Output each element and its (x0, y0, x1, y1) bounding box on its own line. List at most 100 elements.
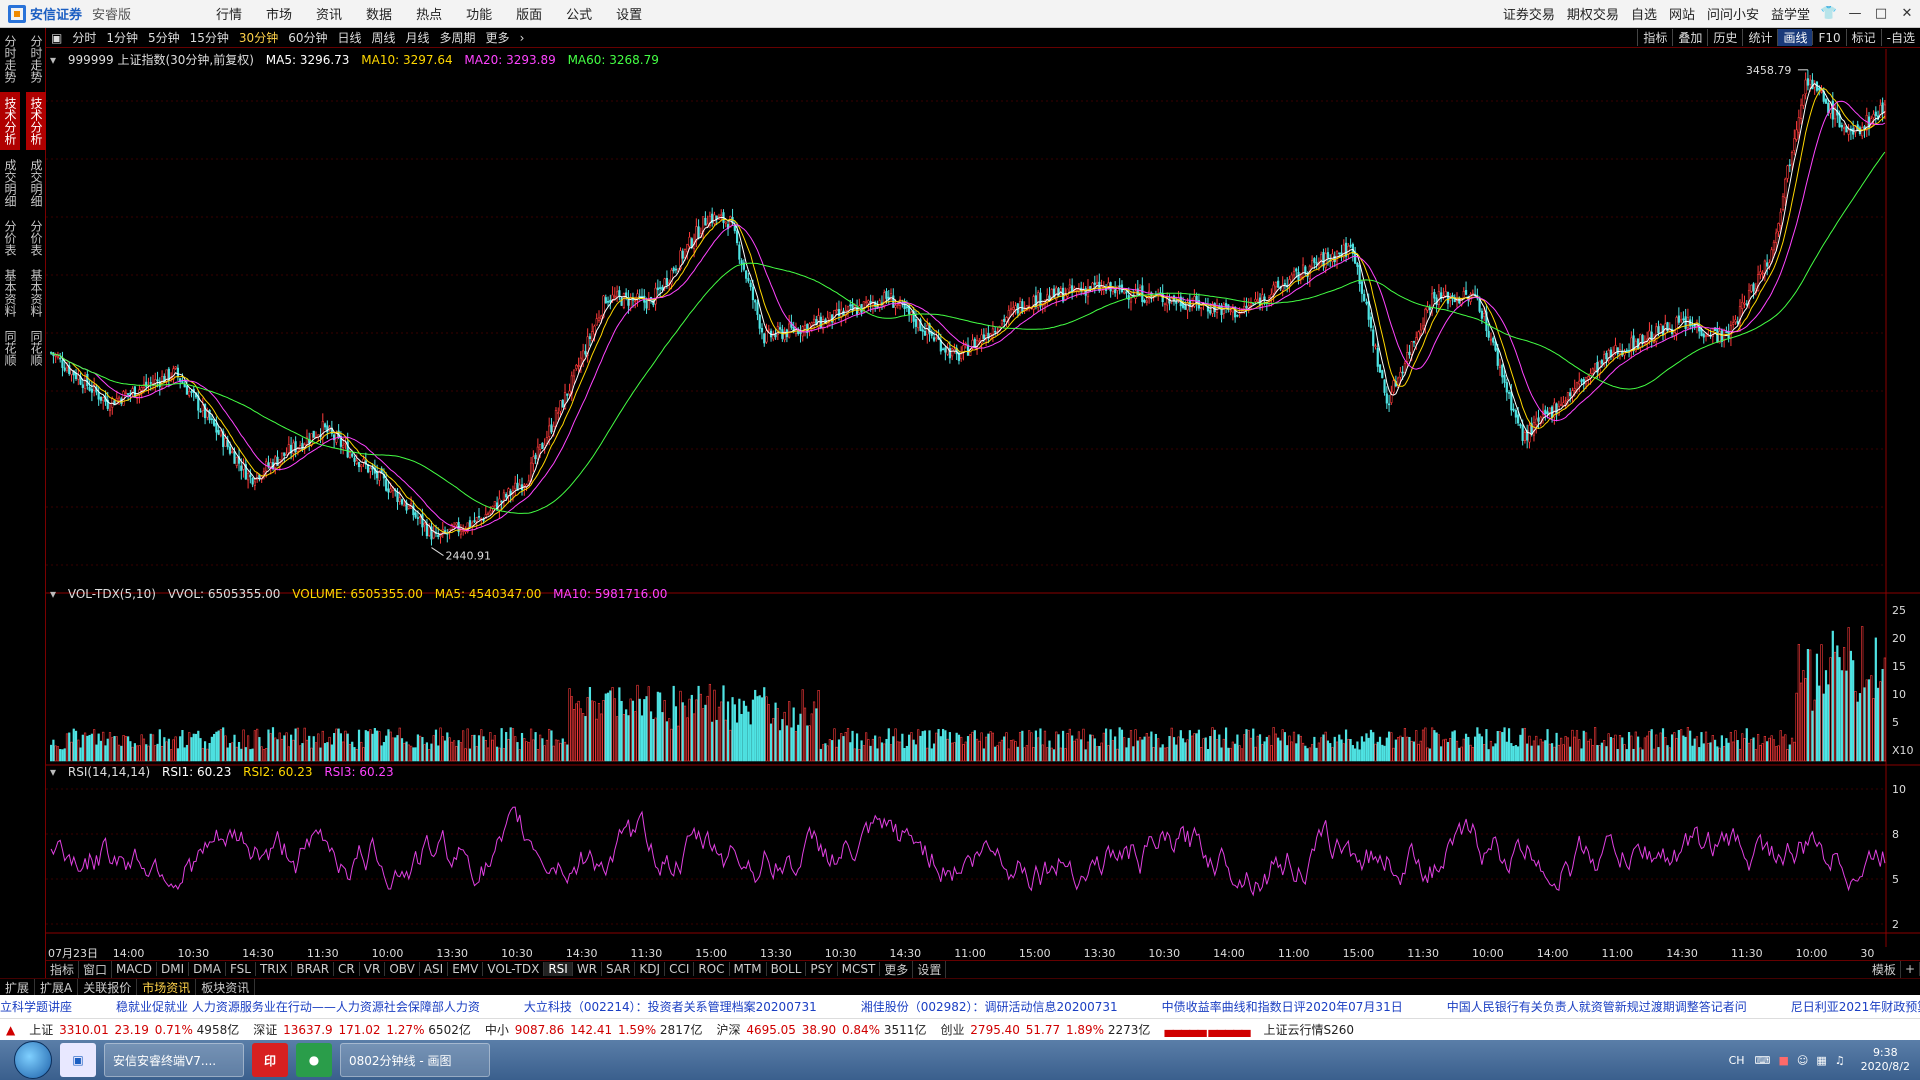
menu-market[interactable]: 行情 (216, 4, 242, 23)
legend-collapse-icon[interactable]: ▾ (50, 53, 56, 67)
inner-tab-trades[interactable]: 成交明细 (26, 154, 46, 212)
network-icon[interactable]: ▦ (1816, 1054, 1826, 1067)
ind-tab-boll[interactable]: BOLL (767, 962, 807, 976)
period-30min[interactable]: 30分钟 (239, 29, 278, 46)
news-item[interactable]: 中债收益率曲线和指数日评2020年07月31日 (1162, 998, 1403, 1015)
taskbar-app-paint[interactable]: 0802分钟线 - 画图 (340, 1043, 490, 1077)
close-icon[interactable]: ✕ (1894, 6, 1920, 21)
tool-f10[interactable]: F10 (1812, 30, 1845, 45)
period-daily[interactable]: 日线 (337, 29, 361, 46)
menu-data[interactable]: 数据 (366, 4, 392, 23)
ind-tab-brar[interactable]: BRAR (292, 962, 335, 976)
quote-hs300[interactable]: 沪深 4695.05 38.90 0.84% 3511亿 (716, 1021, 926, 1038)
period-60min[interactable]: 60分钟 (288, 29, 327, 46)
menu-options-trading[interactable]: 期权交易 (1567, 4, 1619, 23)
ind-tab-emv[interactable]: EMV (448, 962, 484, 976)
menu-functions[interactable]: 功能 (466, 4, 492, 23)
ext-tab-expand-a[interactable]: 扩展A (35, 978, 79, 996)
inner-tab-price-table[interactable]: 分价表 (26, 216, 46, 260)
ind-tab-vr[interactable]: VR (360, 962, 386, 976)
news-item[interactable]: 尼日利亚2021年财政预算12万亿奈拉 (1791, 998, 1920, 1015)
ind-tab-cr[interactable]: CR (334, 962, 360, 976)
ind-tab-window[interactable]: 窗口 (79, 960, 113, 978)
ind-tab-more[interactable]: 更多 (880, 960, 914, 978)
start-button[interactable] (14, 1041, 52, 1079)
ind-tab-sar[interactable]: SAR (602, 962, 636, 976)
pinned-red-app-icon[interactable]: 印 (252, 1043, 288, 1077)
period-15min[interactable]: 15分钟 (190, 29, 229, 46)
news-item[interactable]: 中国人民银行有关负责人就资管新规过渡期调整答记者问 (1447, 998, 1747, 1015)
ind-tab-kdj[interactable]: KDJ (635, 962, 666, 976)
ind-tab-settings[interactable]: 设置 (913, 960, 947, 978)
menu-ask-assistant[interactable]: 问问小安 (1707, 4, 1759, 23)
period-more[interactable]: 更多 (486, 29, 510, 46)
menu-formula[interactable]: 公式 (566, 4, 592, 23)
menu-news[interactable]: 资讯 (316, 4, 342, 23)
rail-tab-intraday[interactable]: 分时走势 (0, 30, 20, 88)
menu-watchlist[interactable]: 自选 (1631, 4, 1657, 23)
ind-tab-roc[interactable]: ROC (694, 962, 730, 976)
rsi-collapse-icon[interactable]: ▾ (50, 765, 56, 779)
inner-tab-profile[interactable]: 基本资料 (26, 264, 46, 322)
ind-tab-obv[interactable]: OBV (385, 962, 420, 976)
menu-learning[interactable]: 益学堂 (1771, 4, 1810, 23)
chart-area[interactable]: 3458.79 2440.91 07月23日 14:00 10:30 14:30 11:3… (46, 49, 1920, 960)
news-item[interactable]: 大立科技（002214）：投资者关系管理档案20200731 (524, 998, 817, 1015)
rail-tab-technical[interactable]: 技术分析 (0, 92, 20, 150)
menu-layout[interactable]: 版面 (516, 4, 542, 23)
add-panel-icon[interactable]: + (1901, 962, 1920, 976)
tool-stats[interactable]: 统计 (1742, 29, 1777, 46)
ext-tab-market-news[interactable]: 市场资讯 (137, 978, 197, 996)
ext-tab-sector-news[interactable]: 板块资讯 (196, 978, 256, 996)
menu-hot[interactable]: 热点 (416, 4, 442, 23)
menu-markets[interactable]: 市场 (266, 4, 292, 23)
tool-overlay[interactable]: 叠加 (1672, 29, 1707, 46)
taskbar-app-terminal[interactable]: 安信安睿终端V7.... (104, 1043, 244, 1077)
chart-svg[interactable]: 3458.79 2440.91 07月23日 14:00 10:30 14:30 11:3… (46, 49, 1920, 960)
inner-tab-technical[interactable]: 技术分析 (26, 92, 46, 150)
tool-watchlist[interactable]: -自选 (1880, 29, 1920, 46)
ind-tab-wr[interactable]: WR (573, 962, 603, 976)
menu-website[interactable]: 网站 (1669, 4, 1695, 23)
rail-tab-profile[interactable]: 基本资料 (0, 264, 20, 322)
period-weekly[interactable]: 周线 (372, 29, 396, 46)
rail-tab-price-table[interactable]: 分价表 (0, 216, 20, 260)
period-5min[interactable]: 5分钟 (148, 29, 180, 46)
rail-tab-ths[interactable]: 同花顺 (0, 326, 20, 370)
period-intraday[interactable]: 分时 (72, 29, 96, 46)
vol-collapse-icon[interactable]: ▾ (50, 587, 56, 601)
ext-tab-expand[interactable]: 扩展 (0, 978, 36, 996)
sidebar-toggle-icon[interactable]: ▣ (51, 31, 62, 45)
menu-securities-trading[interactable]: 证券交易 (1503, 4, 1555, 23)
period-multi[interactable]: 多周期 (440, 29, 476, 46)
system-clock[interactable]: 9:38 2020/8/2 (1861, 1046, 1910, 1074)
tool-history[interactable]: 历史 (1707, 29, 1742, 46)
template-button[interactable]: 模板 (1868, 960, 1901, 978)
tool-mark[interactable]: 标记 (1845, 29, 1881, 46)
pdf-icon[interactable]: ■ (1778, 1054, 1788, 1067)
maximize-icon[interactable]: □ (1868, 6, 1894, 21)
news-item[interactable]: 湘佳股份（002982）：调研活动信息20200731 (861, 998, 1118, 1015)
period-monthly[interactable]: 月线 (406, 29, 430, 46)
ind-tab-dma[interactable]: DMA (189, 962, 226, 976)
inner-tab-intraday[interactable]: 分时走势 (26, 30, 46, 88)
ext-tab-related-quotes[interactable]: 关联报价 (78, 978, 138, 996)
user-icon[interactable]: ☺ (1797, 1054, 1808, 1067)
ind-tab-rsi[interactable]: RSI (544, 962, 573, 976)
rail-tab-trades[interactable]: 成交明细 (0, 154, 20, 212)
period-1min[interactable]: 1分钟 (106, 29, 138, 46)
pin-icon[interactable]: 👕 (1816, 6, 1842, 21)
tool-indicator[interactable]: 指标 (1637, 29, 1672, 46)
ind-tab-mcst[interactable]: MCST (838, 962, 881, 976)
ind-tab-asi[interactable]: ASI (420, 962, 449, 976)
quote-chinext[interactable]: 创业 2795.40 51.77 1.89% 2273亿 (940, 1021, 1150, 1038)
keyboard-icon[interactable]: ⌨ (1755, 1054, 1771, 1067)
quote-shanghai[interactable]: 上证 3310.01 23.19 0.71% 4958亿 (29, 1021, 239, 1038)
ind-tab-vol-tdx[interactable]: VOL-TDX (483, 962, 545, 976)
news-item[interactable]: 稳就业促就业 人力资源服务业在行动——人力资源社会保障部人力资 (116, 998, 480, 1015)
speaker-icon[interactable]: ♫ (1835, 1054, 1845, 1067)
ind-tab-psy[interactable]: PSY (806, 962, 838, 976)
inner-tab-ths[interactable]: 同花顺 (26, 326, 46, 370)
menu-settings[interactable]: 设置 (616, 4, 642, 23)
ind-tab-fsl[interactable]: FSL (226, 962, 256, 976)
